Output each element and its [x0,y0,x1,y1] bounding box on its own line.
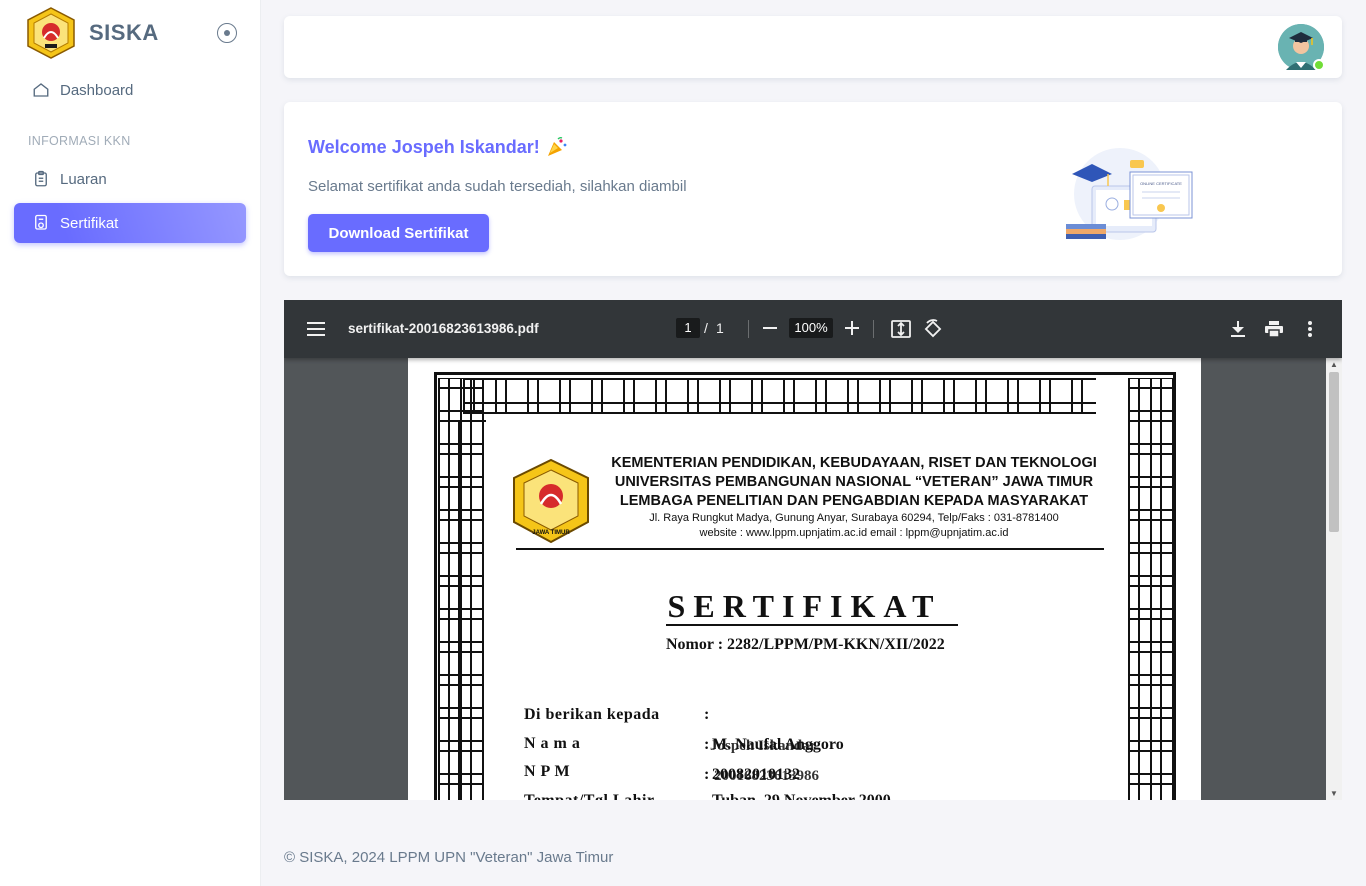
brand-name: SISKA [89,20,159,45]
more-vert-icon[interactable] [1299,318,1321,340]
birth-value: Tuban, 29 November 2000 [712,792,891,800]
toolbar-divider [873,320,874,338]
brand[interactable]: SISKA [24,6,244,60]
sidebar-section-header: INFORMASI KKN [28,134,131,148]
plus-icon[interactable] [842,318,862,338]
download-icon[interactable] [1227,318,1249,340]
online-status-dot [1313,59,1325,71]
institution-address: Jl. Raya Rungkut Madya, Gunung Anyar, Su… [649,512,1059,524]
circle-dot-icon [224,30,230,36]
page-number-input[interactable]: 1 [676,318,700,338]
npm-value-overlay: 20016823613986 [714,768,819,784]
npm-colon: : [704,766,710,783]
university-seal: JAWA TIMUR [513,458,589,544]
npm-label: N P M [524,763,571,780]
welcome-title-text: Welcome Jospeh Iskandar! [308,136,540,157]
pdf-toolbar: sertifikat-20016823613986.pdf 1 / 1 100% [284,300,1342,358]
download-certificate-button[interactable]: Download Sertifikat [308,214,489,252]
sidebar-item-label: Sertifikat [60,214,119,232]
name-value-overlay: Jospeh Iskandar [710,738,817,754]
zoom-level-input[interactable]: 100% [789,318,833,338]
rotate-icon[interactable] [922,318,944,340]
pdf-page: JAWA TIMUR KEMENTERIAN PENDIDIKAN, KEBUD… [408,358,1201,800]
welcome-message: Selamat sertifikat anda sudah tersediah,… [308,178,687,195]
pdf-scrollbar[interactable]: ▲ ▼ [1326,358,1342,800]
sidebar-item-label: Dashboard [60,81,134,99]
certificate-title-underline [666,624,958,626]
user-avatar[interactable] [1278,24,1325,71]
name-colon: : [704,736,710,753]
certificate-header: KEMENTERIAN PENDIDIKAN, KEBUDAYAAN, RISE… [594,454,1114,541]
greek-key-border-top [463,378,1096,414]
illustration-caption: ONLINE CERTIFICATE [1140,181,1182,186]
sidebar-item-sertifikat[interactable]: Sertifikat [14,203,246,243]
pdf-viewer[interactable]: sertifikat-20016823613986.pdf 1 / 1 100% [284,300,1342,800]
fit-page-icon[interactable] [890,318,912,340]
scroll-down-arrow-icon[interactable]: ▼ [1330,789,1338,798]
sidebar-item-label: Luaran [60,170,107,188]
toolbar-divider [748,320,749,338]
ministry-line-1: KEMENTERIAN PENDIDIKAN, KEBUDAYAAN, RISE… [611,455,1097,471]
given-to-label: Di berikan kepada [524,706,660,723]
birth-label: Tempat/Tgl Lahir [524,792,655,800]
seal-caption: JAWA TIMUR [532,530,570,536]
sidebar-toggle-button[interactable] [217,23,237,43]
minus-icon[interactable] [760,318,780,338]
page-separator: / [704,320,708,336]
scroll-up-arrow-icon[interactable]: ▲ [1330,360,1338,369]
clipboard-icon [35,170,47,187]
print-icon[interactable] [1263,318,1285,340]
hamburger-icon[interactable] [306,320,326,338]
footer-text: © SISKA, 2024 LPPM UPN "Veteran" Jawa Ti… [284,849,614,866]
certificate-icon [35,214,47,230]
ministry-line-2: UNIVERSITAS PEMBANGUNAN NASIONAL “VETERA… [614,474,1094,490]
name-label: N a m a [524,735,581,752]
certificate-number: Nomor : 2282/LPPM/PM-KKN/XII/2022 [666,636,945,653]
institution-website: website : www.lppm.upnjatim.ac.id email … [699,527,1009,539]
pdf-filename: sertifikat-20016823613986.pdf [348,321,539,336]
university-logo [27,7,75,59]
top-navbar [284,16,1342,78]
sidebar: SISKA Dashboard INFORMASI KKN Luaran Ser… [0,0,261,886]
home-icon [33,83,49,97]
welcome-title: Welcome Jospeh Iskandar! [308,136,568,158]
page-total: 1 [716,320,724,336]
party-popper-icon [547,136,567,156]
sidebar-item-luaran[interactable]: Luaran [14,159,246,199]
ministry-line-3: LEMBAGA PENELITIAN DAN PENGABDIAN KEPADA… [619,493,1089,509]
header-rule [516,548,1104,550]
scrollbar-thumb[interactable] [1329,372,1339,532]
certificate-title: SERTIFIKAT [667,588,942,624]
online-certificate-illustration: ONLINE CERTIFICATE [1066,148,1193,240]
sidebar-item-dashboard[interactable]: Dashboard [14,70,246,110]
welcome-card: Welcome Jospeh Iskandar! Selamat sertifi… [284,102,1342,276]
given-to-colon: : [704,706,710,723]
